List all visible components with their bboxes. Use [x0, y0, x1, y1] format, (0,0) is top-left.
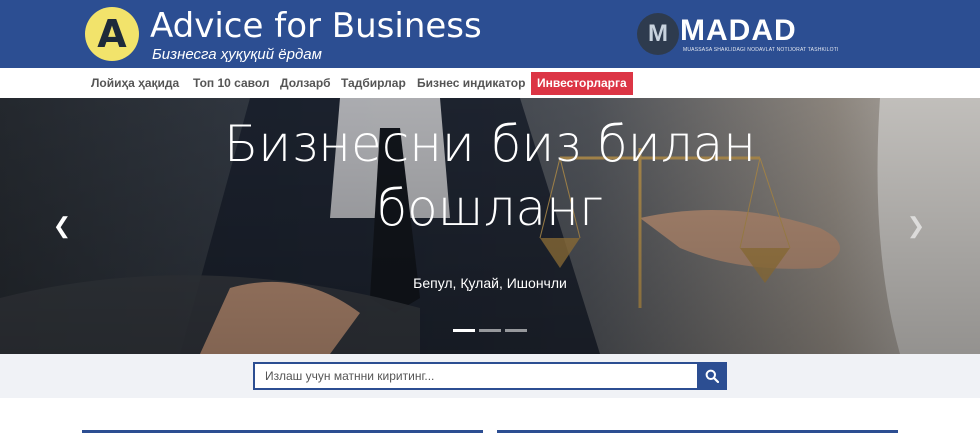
partner-name[interactable]: MADAD — [680, 14, 797, 48]
hero-subtitle: Бепул, Қулай, Ишончли — [413, 275, 567, 291]
partner-logo-mark: M — [648, 20, 668, 47]
search-button[interactable] — [697, 362, 727, 390]
search-icon — [705, 369, 719, 383]
section-divider-left — [82, 430, 483, 433]
nav-item-topical[interactable]: Долзарб — [280, 68, 331, 98]
partner-logo-icon[interactable]: M — [637, 13, 679, 55]
carousel-next-icon[interactable]: ❯ — [906, 214, 926, 238]
nav-item-business-indicator[interactable]: Бизнес индикатор — [417, 68, 525, 98]
carousel-prev-icon[interactable]: ❮ — [52, 214, 72, 238]
hero-title-line1: Бизнесни биз билан — [224, 115, 756, 173]
partner-subtitle: MUASSASA SHAKLIDAGI NODAVLAT NOTIJORAT T… — [683, 47, 839, 53]
logo-letter: A — [97, 12, 127, 56]
brand-subtitle: Бизнесга ҳуқуқий ёрдам — [152, 46, 322, 63]
carousel-indicator-2[interactable] — [479, 329, 501, 332]
brand-title[interactable]: Advice for Business — [150, 6, 482, 46]
hero-title-line2: бошланг — [376, 179, 604, 237]
nav-item-top10[interactable]: Топ 10 савол — [193, 68, 270, 98]
carousel-indicator-1[interactable] — [453, 329, 475, 332]
hero-title: Бизнесни биз билан бошланг — [140, 112, 840, 240]
logo-icon[interactable]: A — [85, 7, 139, 61]
main-nav: Лойиҳа ҳақида Топ 10 савол Долзарб Тадби… — [0, 68, 980, 98]
search-input[interactable] — [253, 362, 697, 390]
carousel-indicator-3[interactable] — [505, 329, 527, 332]
section-divider-right — [497, 430, 898, 433]
nav-item-events[interactable]: Тадбирлар — [341, 68, 406, 98]
site-header: A Advice for Business Бизнесга ҳуқуқий ё… — [0, 0, 980, 68]
nav-item-about[interactable]: Лойиҳа ҳақида — [91, 68, 179, 98]
nav-item-investors[interactable]: Инвесторларга — [531, 72, 633, 95]
